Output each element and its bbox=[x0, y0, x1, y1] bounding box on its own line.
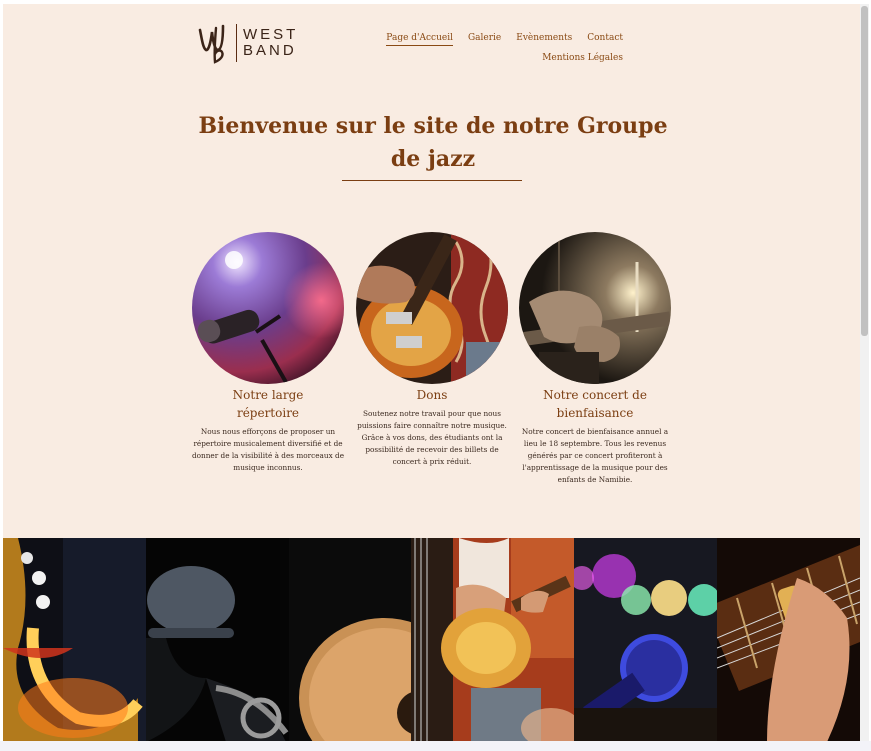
feature-text: Soutenez notre travail pour que nous pui… bbox=[357, 409, 507, 466]
feature-charity-concert: Notre concert de bienfaisance Notre conc… bbox=[517, 232, 673, 486]
wb-monogram-icon bbox=[198, 24, 225, 64]
feature-title: Notre concert de bienfaisance bbox=[543, 388, 647, 420]
logo[interactable]: WEST BAND bbox=[196, 20, 298, 66]
main-nav: Page d'Accueil Galerie Evènements Contac… bbox=[386, 33, 623, 65]
hands-playing-guitar-image bbox=[519, 232, 671, 384]
nav-link-contact[interactable]: Contact bbox=[587, 33, 623, 46]
gallery-image-acoustic-guitar[interactable] bbox=[288, 538, 432, 741]
logo-divider bbox=[236, 24, 237, 62]
gallery-image-microphone[interactable] bbox=[574, 538, 718, 741]
feature-title: Notre large répertoire bbox=[232, 388, 304, 420]
feature-donations: Dons Soutenez notre travail pour que nou… bbox=[354, 232, 510, 468]
nav-link-legal[interactable]: Mentions Légales bbox=[542, 53, 623, 65]
feature-text: Nous nous efforçons de proposer un réper… bbox=[191, 427, 345, 472]
logo-line-1: WEST bbox=[243, 26, 299, 43]
nav-link-home[interactable]: Page d'Accueil bbox=[386, 33, 453, 46]
gallery-image-saxophone[interactable] bbox=[3, 538, 146, 741]
feature-title: Dons bbox=[416, 388, 448, 402]
page-scrollbar[interactable] bbox=[860, 4, 869, 741]
page: WEST BAND Page d'Accueil Galerie Evèneme… bbox=[3, 4, 860, 741]
scrollbar-thumb[interactable] bbox=[861, 6, 868, 336]
microphone-on-stage-image bbox=[192, 232, 344, 384]
nav-row-2: Mentions Légales bbox=[393, 53, 623, 65]
nav-link-gallery[interactable]: Galerie bbox=[468, 33, 501, 46]
nav-link-events[interactable]: Evènements bbox=[516, 33, 572, 46]
nav-row-1: Page d'Accueil Galerie Evènements Contac… bbox=[386, 33, 623, 46]
title-divider bbox=[342, 180, 522, 181]
feature-text: Notre concert de bienfaisance annuel a l… bbox=[521, 427, 669, 484]
gallery-image-guitar-slide[interactable] bbox=[717, 538, 860, 741]
logo-text: WEST BAND bbox=[243, 27, 298, 59]
feature-repertoire: Notre large répertoire Nous nous efforço… bbox=[190, 232, 346, 474]
gallery-image-saxophone-player[interactable] bbox=[145, 538, 289, 741]
bottom-strip bbox=[0, 741, 871, 751]
page-title: Bienvenue sur le site de notre Groupe de… bbox=[198, 113, 668, 172]
gallery-image-guitarist[interactable] bbox=[431, 538, 575, 741]
gallery-strip bbox=[3, 538, 860, 741]
electric-guitar-image bbox=[356, 232, 508, 384]
logo-line-2: BAND bbox=[243, 42, 297, 59]
